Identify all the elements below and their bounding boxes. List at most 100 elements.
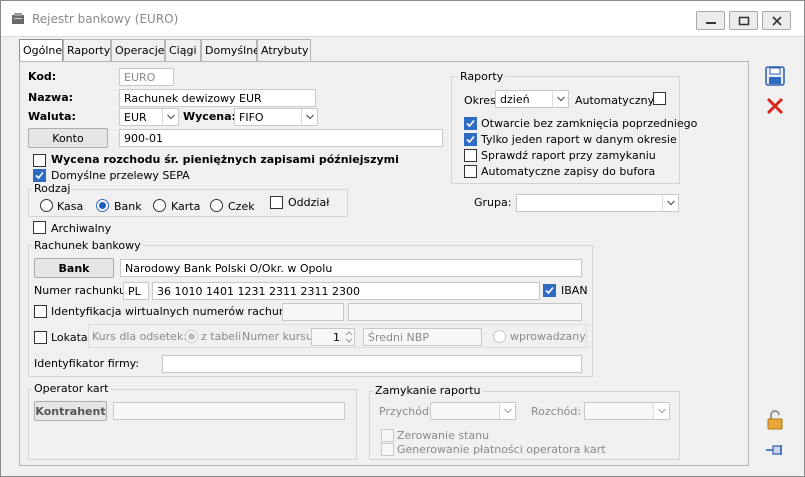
identyfikacja-field-1[interactable] bbox=[282, 303, 344, 321]
tab-ogolne[interactable]: Ogólne bbox=[19, 39, 63, 62]
automatyczny-checkbox[interactable] bbox=[653, 92, 666, 105]
kod-field[interactable]: EURO bbox=[119, 68, 174, 86]
close-button[interactable] bbox=[762, 11, 791, 30]
otwarcie-checkbox[interactable] bbox=[464, 117, 477, 130]
nazwa-label: Nazwa: bbox=[28, 91, 74, 104]
generowanie-checkbox[interactable] bbox=[381, 443, 394, 456]
lokata-checkbox[interactable] bbox=[34, 331, 47, 344]
radio-czek[interactable] bbox=[210, 199, 223, 212]
nazwa-field[interactable]: Rachunek dewizowy EUR bbox=[119, 89, 316, 107]
waluta-label: Waluta: bbox=[28, 110, 76, 123]
rachunek-title: Rachunek bankowy bbox=[32, 239, 143, 252]
wycena-label: Wycena: bbox=[183, 110, 236, 123]
minimize-icon bbox=[706, 22, 716, 24]
maximize-button[interactable] bbox=[729, 11, 758, 30]
iban-label: IBAN bbox=[561, 284, 588, 297]
lock-button[interactable] bbox=[764, 409, 786, 431]
domyslne-sepa-label: Domyślne przelewy SEPA bbox=[51, 169, 190, 182]
rodzaj-title: Rodzaj bbox=[32, 182, 73, 195]
archiwalny-checkbox[interactable] bbox=[33, 221, 46, 234]
app-icon bbox=[12, 13, 24, 24]
waluta-value: EUR bbox=[124, 111, 147, 124]
lokata-label: Lokata bbox=[51, 331, 88, 344]
radio-bank-label: Bank bbox=[114, 200, 142, 213]
sprawdz-checkbox[interactable] bbox=[464, 149, 477, 162]
radio-bank[interactable] bbox=[96, 199, 109, 212]
window-title: Rejestr bankowy (EURO) bbox=[32, 12, 179, 26]
identyfikator-label: Identyfikator firmy: bbox=[34, 357, 140, 370]
operator-group bbox=[28, 389, 357, 460]
tab-operacje[interactable]: Operacje bbox=[111, 39, 165, 61]
domyslne-sepa-checkbox[interactable] bbox=[33, 169, 46, 182]
okres-select[interactable]: dzień bbox=[495, 90, 569, 108]
pin-button[interactable] bbox=[764, 439, 786, 461]
bank-button[interactable]: Bank bbox=[34, 258, 114, 278]
delete-icon bbox=[766, 97, 784, 115]
konto-field[interactable]: 900-01 bbox=[119, 129, 443, 147]
save-button[interactable] bbox=[764, 65, 786, 87]
numer-kursu-label: Numer kursu: bbox=[242, 330, 317, 343]
tab-raporty[interactable]: Raporty bbox=[63, 39, 111, 61]
tab-domyslne[interactable]: Domyślne bbox=[201, 39, 260, 61]
chevron-down-icon bbox=[301, 109, 317, 125]
check-icon bbox=[545, 286, 554, 295]
auto-zapisy-checkbox[interactable] bbox=[464, 165, 477, 178]
kurs-type-field[interactable]: Średni NBP bbox=[363, 328, 482, 346]
delete-button[interactable] bbox=[764, 95, 786, 117]
kontrahent-button[interactable]: Kontrahent bbox=[34, 401, 107, 421]
bank-name-field[interactable]: Narodowy Bank Polski O/Okr. w Opolu bbox=[120, 259, 582, 277]
tab-ciagi[interactable]: Ciągi bbox=[165, 39, 201, 61]
raporty-title: Raporty bbox=[458, 70, 506, 83]
identyfikator-field[interactable] bbox=[162, 355, 582, 373]
archiwalny-label: Archiwalny bbox=[51, 222, 112, 235]
identyfikacja-checkbox[interactable] bbox=[34, 305, 47, 318]
wycena-rozchodu-checkbox[interactable] bbox=[33, 154, 46, 167]
kod-label: Kod: bbox=[28, 70, 57, 83]
numer-rachunku-label: Numer rachunku: bbox=[34, 284, 130, 297]
konto-button[interactable]: Konto bbox=[28, 128, 108, 148]
rozchod-label: Rozchód: bbox=[531, 405, 582, 418]
kurs-label: Kurs dla odsetek: bbox=[92, 330, 188, 343]
account-number-field[interactable]: 36 1010 1401 1231 2311 2311 2300 bbox=[152, 282, 540, 300]
auto-zapisy-label: Automatyczne zapisy do bufora bbox=[481, 165, 656, 178]
chevron-down-icon bbox=[662, 195, 678, 211]
kontrahent-field[interactable] bbox=[113, 402, 345, 420]
wycena-select[interactable]: FIFO bbox=[234, 108, 318, 126]
wycena-rozchodu-label: Wycena rozchodu śr. pieniężnych zapisami… bbox=[51, 153, 399, 166]
identyfikacja-field-2[interactable] bbox=[348, 303, 582, 321]
waluta-select[interactable]: EUR bbox=[119, 108, 179, 126]
close-icon bbox=[772, 16, 782, 26]
radio-z-tabeli[interactable] bbox=[185, 330, 198, 343]
tab-atrybuty[interactable]: Atrybuty bbox=[257, 39, 311, 61]
spinner-icon[interactable] bbox=[345, 330, 353, 344]
radio-wprowadzany-label: wprowadzany bbox=[510, 330, 586, 343]
kurs-type-value: Średni NBP bbox=[368, 331, 429, 344]
zerowanie-label: Zerowanie stanu bbox=[397, 429, 490, 442]
radio-karta-label: Karta bbox=[171, 200, 201, 213]
radio-karta[interactable] bbox=[153, 199, 166, 212]
check-icon bbox=[466, 135, 475, 144]
radio-kasa-label: Kasa bbox=[57, 200, 84, 213]
grupa-select[interactable] bbox=[516, 194, 679, 212]
operator-title: Operator kart bbox=[32, 382, 111, 395]
minimize-button[interactable] bbox=[696, 11, 725, 30]
radio-czek-label: Czek bbox=[228, 200, 255, 213]
chevron-down-icon bbox=[653, 403, 669, 419]
oddzial-checkbox[interactable] bbox=[270, 196, 283, 209]
iban-checkbox[interactable] bbox=[543, 284, 556, 297]
chevron-down-icon bbox=[552, 91, 568, 107]
przychod-select[interactable] bbox=[430, 402, 516, 420]
numer-kursu-value: 1 bbox=[333, 331, 340, 344]
wycena-value: FIFO bbox=[239, 111, 264, 124]
radio-kasa[interactable] bbox=[40, 199, 53, 212]
rozchod-select[interactable] bbox=[584, 402, 670, 420]
save-icon bbox=[765, 66, 785, 86]
automatyczny-label: Automatyczny bbox=[575, 94, 655, 107]
general-panel: Kod: EURO Nazwa: Rachunek dewizowy EUR W… bbox=[19, 61, 749, 466]
check-icon bbox=[466, 119, 475, 128]
chevron-down-icon bbox=[162, 109, 178, 125]
country-code-field[interactable]: PL bbox=[123, 282, 149, 300]
tylko-jeden-checkbox[interactable] bbox=[464, 133, 477, 146]
zerowanie-checkbox[interactable] bbox=[381, 429, 394, 442]
radio-wprowadzany[interactable] bbox=[493, 330, 506, 343]
